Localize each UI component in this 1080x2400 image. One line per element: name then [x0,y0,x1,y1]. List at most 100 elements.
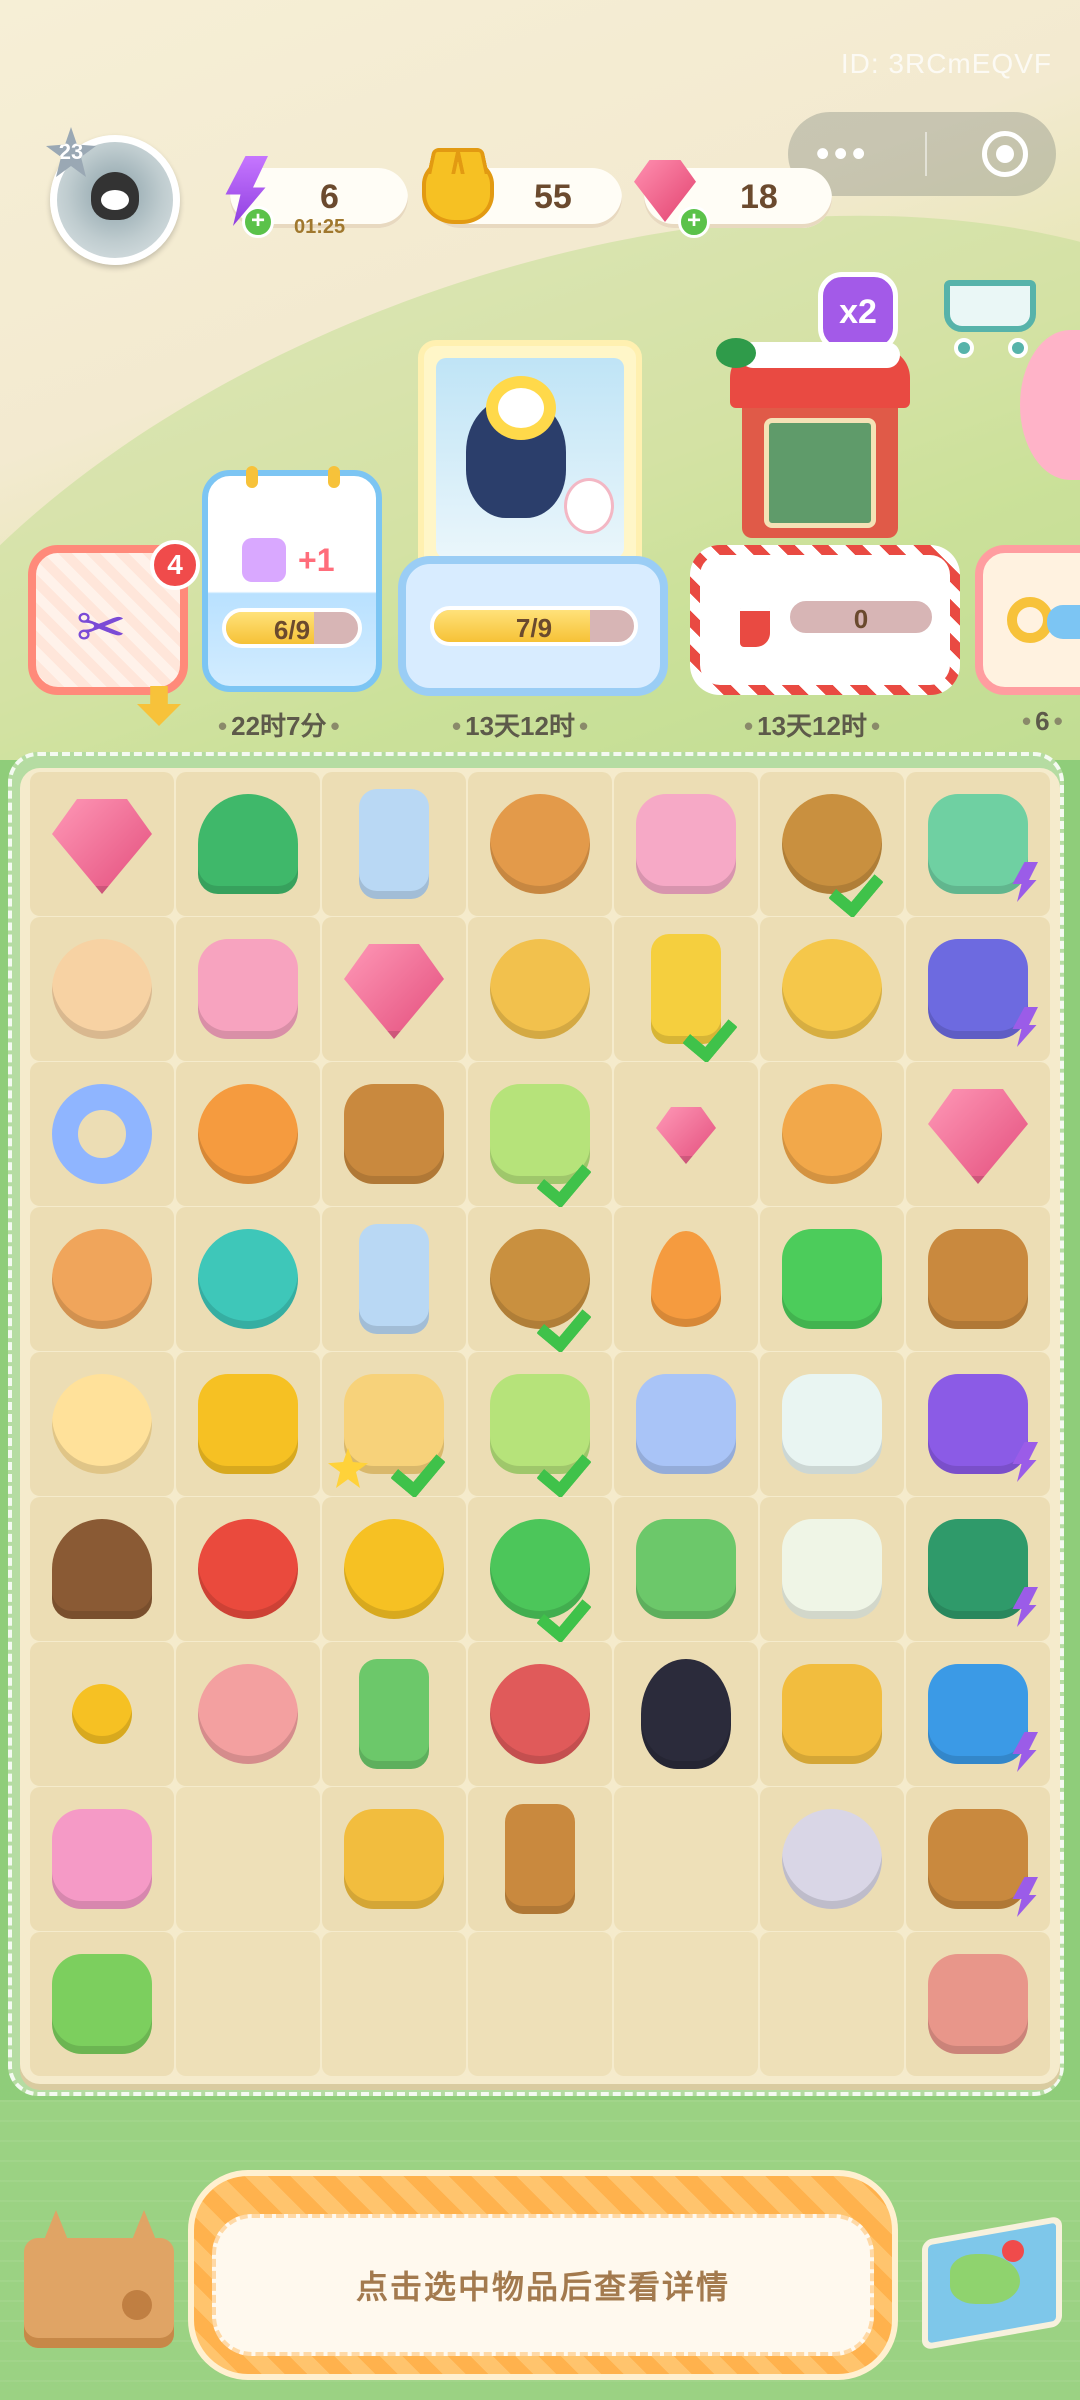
empty-board-cell[interactable] [468,1932,612,2076]
board-cell[interactable] [468,772,612,916]
board-cell[interactable] [906,1642,1050,1786]
board-cell[interactable] [468,1787,612,1931]
board-cell[interactable] [30,1787,174,1931]
calendar-progress-bar: 6/9 [222,608,362,648]
board-cell[interactable] [906,1207,1050,1351]
board-cell[interactable] [614,1207,758,1351]
board-cell[interactable] [906,917,1050,1061]
board-cell[interactable] [614,1352,758,1496]
christmas-progress-bar: 0 [786,597,936,637]
maracas-icon [198,1084,298,1184]
board-cell[interactable] [30,772,174,916]
close-target-icon[interactable] [982,131,1029,177]
cat-box-button[interactable] [14,2198,180,2354]
board-cell[interactable] [760,1062,904,1206]
board-cell[interactable] [322,1207,466,1351]
board-cell[interactable] [906,1932,1050,2076]
skating-event-card[interactable]: 7/9 [398,556,668,696]
energy-timer: 01:25 [294,216,346,238]
board-cell[interactable] [760,1642,904,1786]
board-cell[interactable] [468,1642,612,1786]
scissors-count-badge: 4 [150,540,200,590]
add-gem-icon[interactable]: + [678,206,710,238]
shop-cart-button[interactable] [924,262,1050,358]
board-cell[interactable] [30,1207,174,1351]
board-cell[interactable] [760,1497,904,1641]
board-cell[interactable] [906,772,1050,916]
board-cell[interactable] [30,1352,174,1496]
double-boost-button[interactable]: x2 [818,272,898,352]
board-cell[interactable] [468,1497,612,1641]
board-cell[interactable] [322,917,466,1061]
board-cell[interactable] [322,772,466,916]
tambourine-icon [490,1664,590,1764]
coin-counter[interactable]: 55 [422,158,622,228]
board-cell[interactable] [322,1787,466,1931]
empty-board-cell[interactable] [614,1932,758,2076]
add-energy-icon[interactable]: + [242,206,274,238]
board-cell[interactable] [176,1497,320,1641]
calendar-event-card[interactable]: +1 6/9 [202,466,382,692]
board-cell[interactable] [322,1352,466,1496]
board-cell[interactable] [614,917,758,1061]
small-pink-gem-icon [656,1107,716,1164]
board-cell[interactable] [176,1352,320,1496]
shiba-dog-icon [52,1229,152,1329]
christmas-event-card[interactable]: 0 [690,545,960,695]
board-cell[interactable] [906,1497,1050,1641]
board-cell[interactable] [614,1062,758,1206]
gem-counter[interactable]: + 18 [634,160,832,238]
board-cell[interactable] [176,917,320,1061]
board-cell[interactable] [760,1352,904,1496]
pink-pillow-icon [636,794,736,894]
board-cell[interactable] [468,1352,612,1496]
board-cell[interactable] [322,1497,466,1641]
coin-value: 55 [534,178,572,216]
board-cell[interactable] [176,1207,320,1351]
more-dots-icon[interactable]: ••• [816,134,870,174]
christmas-house[interactable] [716,338,910,538]
board-cell[interactable] [614,1497,758,1641]
coin-pile-icon [344,1519,444,1619]
board-cell[interactable] [30,1062,174,1206]
board-cell[interactable] [614,1642,758,1786]
energy-counter[interactable]: + 6 01:25 [225,156,408,238]
whale-pool-icon [198,1229,298,1329]
empty-board-cell[interactable] [176,1932,320,2076]
flower-cushion-2-icon [52,1374,152,1474]
pastel-pillow-icon [636,1374,736,1474]
board-cell[interactable] [760,917,904,1061]
map-button[interactable] [910,2198,1070,2351]
board-cell[interactable] [30,917,174,1061]
board-cell[interactable] [322,1062,466,1206]
board-cell[interactable] [906,1352,1050,1496]
empty-board-cell[interactable] [176,1787,320,1931]
hamster-icon [782,1809,882,1909]
empty-board-cell[interactable] [322,1932,466,2076]
skating-event-poster[interactable] [418,340,642,576]
board-cell[interactable] [30,1497,174,1641]
empty-board-cell[interactable] [614,1787,758,1931]
blue-crystals-icon [344,944,444,1039]
board-cell[interactable] [322,1642,466,1786]
skating-progress-text: 7/9 [515,613,553,643]
board-cell[interactable] [468,1062,612,1206]
board-cell[interactable] [176,1642,320,1786]
board-cell[interactable] [468,1207,612,1351]
board-cell[interactable] [176,772,320,916]
partial-event-card[interactable] [975,545,1080,695]
board-cell[interactable] [906,1062,1050,1206]
board-cell[interactable] [614,772,758,916]
board-cell[interactable] [760,1207,904,1351]
board-cell[interactable] [468,917,612,1061]
board-cell[interactable] [30,1642,174,1786]
board-cell[interactable] [906,1787,1050,1931]
board-cell[interactable] [30,1932,174,2076]
board-cell[interactable] [760,1787,904,1931]
board-cell[interactable] [176,1062,320,1206]
rope-sticks-icon [344,1084,444,1184]
cat-coin-icon [422,158,494,224]
empty-board-cell[interactable] [760,1932,904,2076]
board-cell[interactable] [760,772,904,916]
cart-icon [944,280,1036,332]
